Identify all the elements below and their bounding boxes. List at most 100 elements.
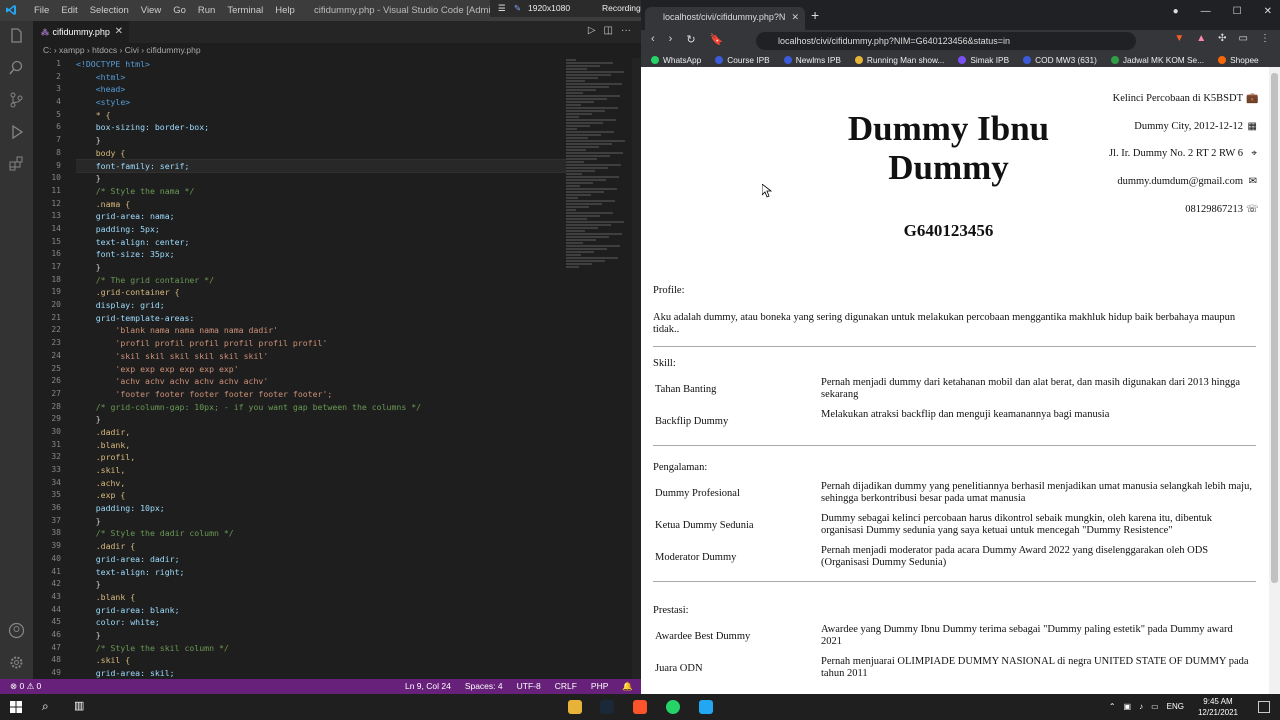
code-line[interactable]: * { (76, 109, 566, 122)
code-line[interactable]: 'exp exp exp exp exp exp' (76, 363, 566, 376)
problems-status[interactable]: ⊗ 0 ⚠ 0 (10, 679, 41, 694)
task-view-icon[interactable]: ▥ (74, 699, 84, 712)
file-explorer-icon[interactable] (568, 700, 582, 714)
menu-selection[interactable]: Selection (84, 0, 135, 21)
menu-icon[interactable]: ☰ (498, 0, 506, 17)
code-line[interactable]: text-align: right; (76, 566, 566, 579)
bookmark-icon[interactable]: 🔖 (710, 33, 724, 46)
tray-expand-icon[interactable]: ⌃ (1109, 694, 1116, 720)
code-line[interactable]: .dadir { (76, 540, 566, 553)
menu-edit[interactable]: Edit (55, 0, 83, 21)
menu-terminal[interactable]: Terminal (221, 0, 269, 21)
code-line[interactable]: grid-template-areas: (76, 312, 566, 325)
code-line[interactable]: <head> (76, 83, 566, 96)
windows-start-icon[interactable] (10, 701, 22, 713)
close-tab-icon[interactable]: ✕ (115, 21, 123, 43)
browser-tab[interactable]: localhost/civi/cifidummy.php?N ✕ (645, 7, 805, 30)
bookmark-item[interactable]: Running Man show... (854, 55, 944, 65)
profile-icon[interactable]: ● (1173, 6, 1179, 17)
code-line[interactable]: .dadir, (76, 426, 566, 439)
brave-rewards-icon[interactable]: ▲ (1196, 33, 1206, 44)
search-icon[interactable] (8, 59, 25, 76)
code-line[interactable]: /* The grid container */ (76, 274, 566, 287)
pin-icon[interactable]: ✎ (514, 0, 521, 17)
source-control-icon[interactable] (8, 91, 25, 108)
lang-indicator[interactable]: ENG (1167, 694, 1184, 720)
code-line[interactable]: <html> (76, 71, 566, 84)
indentation[interactable]: Spaces: 4 (465, 679, 503, 694)
extensions-icon[interactable] (8, 155, 25, 172)
code-line[interactable]: .exp { (76, 489, 566, 502)
explorer-icon[interactable] (8, 27, 25, 44)
more-actions-icon[interactable]: ··· (621, 25, 631, 36)
bookmark-item[interactable]: COD MW3 (631) (1023, 55, 1097, 65)
minimize-icon[interactable]: — (1201, 6, 1211, 17)
manage-gear-icon[interactable] (8, 654, 25, 671)
brave-shield-icon[interactable]: ▼ (1174, 33, 1184, 44)
close-browser-tab-icon[interactable]: ✕ (791, 7, 799, 27)
code-line[interactable]: color: white; (76, 616, 566, 629)
maximize-icon[interactable]: ☐ (1233, 6, 1242, 17)
bookmark-item[interactable]: WhatsApp (651, 55, 701, 65)
code-editor[interactable]: <!DOCTYPE html> <html> <head> <style> * … (76, 58, 566, 679)
notifications-icon[interactable]: 🔔 (622, 679, 633, 694)
code-line[interactable]: grid-area: nama; (76, 210, 566, 223)
code-line[interactable]: /* Style the nama */ (76, 185, 566, 198)
scroll-thumb[interactable] (1271, 73, 1278, 583)
code-line[interactable]: /* Style the skil column */ (76, 642, 566, 655)
code-line[interactable]: 'footer footer footer footer footer foot… (76, 388, 566, 401)
code-line[interactable]: font-size: 35px; (76, 248, 566, 261)
brave-browser-icon[interactable] (633, 700, 647, 714)
forward-icon[interactable]: › (669, 33, 673, 46)
code-line[interactable]: padding: 5px; (76, 223, 566, 236)
volume-icon[interactable]: ♪ (1139, 694, 1143, 720)
bookmark-item[interactable]: Newlms IPB (783, 55, 841, 65)
code-line[interactable]: .grid-container { (76, 286, 566, 299)
editor-scrollbar[interactable] (632, 58, 641, 679)
code-line[interactable]: grid-area: skil; (76, 667, 566, 679)
code-line[interactable]: .nama { (76, 198, 566, 211)
steam-icon[interactable] (600, 700, 614, 714)
code-line[interactable]: } (76, 578, 566, 591)
run-file-icon[interactable]: ▷ (588, 25, 596, 36)
code-line[interactable]: 'blank nama nama nama nama dadir' (76, 324, 566, 337)
code-line[interactable]: text-align: center; (76, 236, 566, 249)
network-icon[interactable]: ▣ (1124, 694, 1132, 720)
code-line[interactable]: /* grid-column-gap: 10px; - if you want … (76, 401, 566, 414)
bookmark-item[interactable]: Simak IPB (958, 55, 1009, 65)
code-line[interactable]: } (76, 629, 566, 642)
reload-icon[interactable]: ↻ (686, 33, 695, 46)
code-line[interactable]: 'skil skil skil skil skil skil' (76, 350, 566, 363)
code-line[interactable]: font-family: serif; (76, 158, 566, 174)
code-line[interactable]: <style> (76, 96, 566, 109)
code-line[interactable]: display: grid; (76, 299, 566, 312)
code-line[interactable]: .blank { (76, 591, 566, 604)
taskbar-search-icon[interactable]: ⌕ (42, 699, 49, 714)
minimap[interactable] (566, 58, 632, 328)
whatsapp-icon[interactable] (666, 700, 680, 714)
breadcrumb[interactable]: C: › xampp › htdocs › Civi › cifidummy.p… (33, 43, 641, 58)
code-line[interactable]: padding: 10px; (76, 502, 566, 515)
menu-help[interactable]: Help (269, 0, 301, 21)
wallet-icon[interactable]: ▭ (1239, 33, 1248, 44)
system-clock[interactable]: 9:45 AM 12/21/2021 (1198, 696, 1238, 718)
split-editor-icon[interactable]: ◫ (604, 25, 613, 36)
code-line[interactable]: } (76, 413, 566, 426)
action-center-icon[interactable] (1258, 701, 1270, 713)
page-scrollbar[interactable] (1269, 67, 1280, 694)
menu-file[interactable]: File (28, 0, 55, 21)
tab-cifidummy[interactable]: ⁂ cifidummy.php ✕ (33, 21, 129, 43)
code-line[interactable]: } (76, 134, 566, 147)
browser-menu-icon[interactable]: ⋮ (1260, 33, 1270, 44)
code-line[interactable]: .skil { (76, 654, 566, 667)
code-line[interactable]: .profil, (76, 451, 566, 464)
code-line[interactable]: } (76, 261, 566, 274)
cursor-position[interactable]: Ln 9, Col 24 (405, 679, 451, 694)
code-line[interactable]: <!DOCTYPE html> (76, 58, 566, 71)
encoding[interactable]: UTF-8 (517, 679, 541, 694)
code-line[interactable]: .blank, (76, 439, 566, 452)
menu-run[interactable]: Run (192, 0, 221, 21)
extensions-puzzle-icon[interactable]: ✣ (1218, 33, 1226, 44)
bookmark-item[interactable]: Course IPB (715, 55, 770, 65)
menu-go[interactable]: Go (167, 0, 192, 21)
